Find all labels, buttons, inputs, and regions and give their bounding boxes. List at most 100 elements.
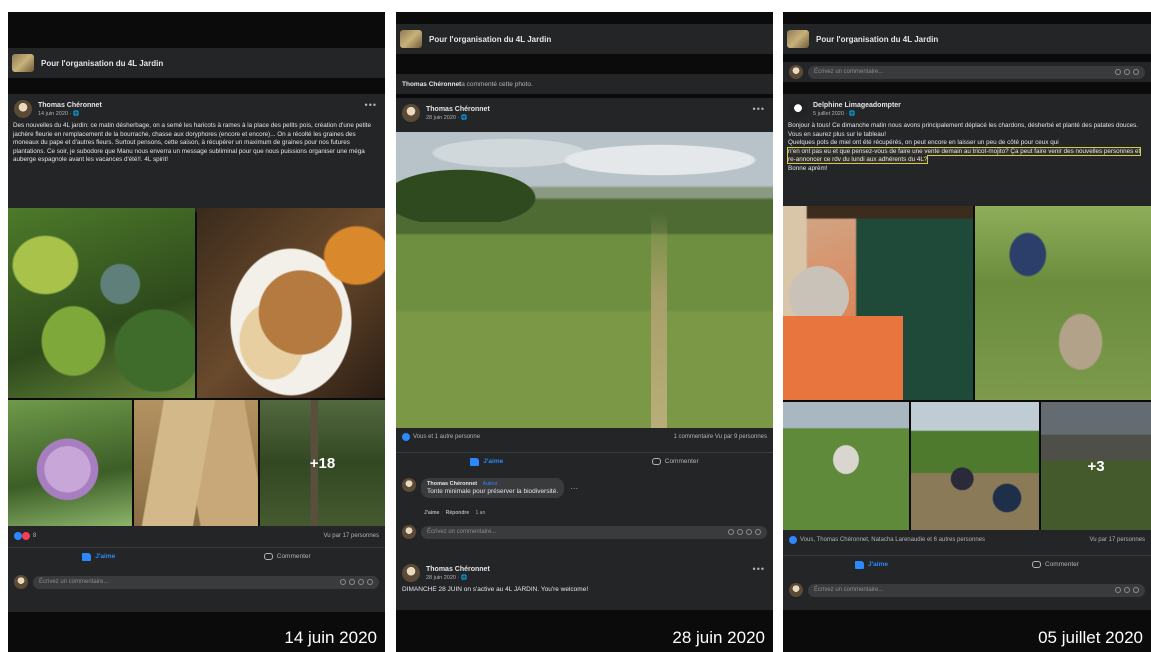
comment-composer: Écrivez un commentaire... bbox=[396, 522, 773, 542]
post-photo-allium-flower[interactable] bbox=[8, 400, 132, 526]
avatar[interactable] bbox=[14, 100, 32, 118]
post-photo-person-bending[interactable] bbox=[783, 402, 909, 530]
comment-actions: J'aime Répondre 1 an bbox=[424, 510, 490, 516]
like-reaction-icon bbox=[14, 532, 22, 540]
more-options-icon[interactable]: ••• bbox=[365, 100, 377, 110]
like-reaction-icon bbox=[789, 536, 797, 544]
comment-and-view-count[interactable]: 1 commentaire Vu par 9 personnes bbox=[674, 434, 768, 440]
screenshot-panel-1: Pour l'organisation du 4L Jardin Thomas … bbox=[8, 12, 385, 652]
post-header: Delphine Limageadompter 5 juillet 2020 ·… bbox=[783, 94, 1151, 122]
post-text-signoff: Bonne aprèm! bbox=[788, 164, 828, 172]
avatar[interactable] bbox=[402, 564, 420, 582]
camera-icon[interactable] bbox=[737, 529, 743, 535]
emoji-icon[interactable] bbox=[1115, 69, 1121, 75]
comment-input[interactable]: Écrivez un commentaire... bbox=[33, 575, 379, 589]
post-photo-garden-shed[interactable]: +3 bbox=[1041, 402, 1151, 530]
mown-path bbox=[651, 212, 667, 428]
comment-input[interactable]: Écrivez un commentaire... bbox=[808, 65, 1145, 79]
view-count[interactable]: Vu par 17 personnes bbox=[324, 533, 379, 539]
post-action-bar: J'aime Commenter bbox=[783, 555, 1151, 573]
sticker-icon[interactable] bbox=[367, 579, 373, 585]
group-cover-thumbnail bbox=[787, 30, 809, 48]
comment-like-link[interactable]: J'aime bbox=[424, 510, 439, 516]
more-options-icon[interactable]: ••• bbox=[753, 104, 765, 114]
gif-icon[interactable] bbox=[746, 529, 752, 535]
post-photo-garden-rows[interactable]: +18 bbox=[260, 400, 385, 526]
post-text-highlight: n'en ont pas eu et que pensez-vous de fa… bbox=[786, 146, 1142, 165]
like-label: J'aime bbox=[95, 553, 116, 560]
camera-icon[interactable] bbox=[349, 579, 355, 585]
avatar bbox=[402, 525, 416, 539]
more-photos-count[interactable]: +18 bbox=[260, 400, 385, 526]
post-timestamp[interactable]: 5 juillet 2020 · 🌐 bbox=[813, 111, 901, 117]
tree-line bbox=[396, 162, 556, 222]
post-stats: Vous, Thomas Chéronnet, Natacha Larenaud… bbox=[783, 533, 1151, 547]
post-photo-seed-packets[interactable] bbox=[134, 400, 258, 526]
post-timestamp[interactable]: 14 juin 2020 · 🌐 bbox=[38, 111, 102, 117]
screenshot-panel-2: Pour l'organisation du 4L Jardin Thomas … bbox=[396, 12, 773, 652]
comment-more-icon[interactable]: ··· bbox=[570, 484, 578, 493]
post-photo-group-planting[interactable] bbox=[911, 402, 1039, 530]
post-author[interactable]: Thomas Chéronnet bbox=[426, 106, 490, 113]
avatar[interactable] bbox=[402, 104, 420, 122]
sticker-icon[interactable] bbox=[755, 529, 761, 535]
camera-icon[interactable] bbox=[1124, 587, 1130, 593]
like-label: J'aime bbox=[868, 561, 888, 568]
group-header[interactable]: Pour l'organisation du 4L Jardin bbox=[8, 48, 385, 78]
comment-composer: Écrivez un commentaire... bbox=[783, 580, 1151, 600]
comment-input[interactable]: Écrivez un commentaire... bbox=[421, 525, 767, 539]
post-header: Thomas Chéronnet 28 juin 2020 · 🌐 ••• bbox=[396, 558, 773, 586]
gif-icon[interactable] bbox=[358, 579, 364, 585]
notice-author[interactable]: Thomas Chéronnet bbox=[402, 81, 461, 88]
post-photo-chalkboard[interactable] bbox=[783, 206, 973, 400]
comment-button[interactable]: Commenter bbox=[1032, 561, 1079, 568]
group-header[interactable]: Pour l'organisation du 4L Jardin bbox=[396, 24, 773, 54]
comment-button[interactable]: Commenter bbox=[651, 458, 699, 465]
post-author[interactable]: Thomas Chéronnet bbox=[426, 566, 490, 573]
comment-age: 1 an bbox=[475, 510, 486, 516]
post-photo-garden-plants[interactable] bbox=[8, 208, 195, 398]
avatar[interactable] bbox=[789, 100, 807, 118]
post-author[interactable]: Thomas Chéronnet bbox=[38, 102, 102, 109]
post-photo-cake-and-honey[interactable] bbox=[197, 208, 385, 398]
post-author[interactable]: Delphine Limageadompter bbox=[813, 102, 901, 109]
emoji-icon[interactable] bbox=[728, 529, 734, 535]
post-header: Thomas Chéronnet 28 juin 2020 · 🌐 ••• bbox=[396, 98, 773, 126]
like-button[interactable]: J'aime bbox=[82, 552, 116, 561]
post-photo-gardeners-weeding[interactable] bbox=[975, 206, 1151, 400]
reaction-summary[interactable]: 8 bbox=[14, 532, 36, 540]
emoji-icon[interactable] bbox=[340, 579, 346, 585]
avatar[interactable] bbox=[402, 478, 416, 492]
comment-placeholder: Écrivez un commentaire... bbox=[427, 529, 497, 535]
comment-placeholder: Écrivez un commentaire... bbox=[814, 69, 884, 75]
comment-author[interactable]: Thomas Chéronnet Auteur bbox=[427, 481, 558, 487]
avatar bbox=[789, 583, 803, 597]
reaction-summary[interactable]: Vous, Thomas Chéronnet, Natacha Larenaud… bbox=[789, 536, 985, 544]
love-reaction-icon bbox=[22, 532, 30, 540]
group-header[interactable]: Pour l'organisation du 4L Jardin bbox=[783, 24, 1151, 54]
post-header: Thomas Chéronnet 14 juin 2020 · 🌐 ••• bbox=[8, 94, 385, 122]
camera-icon[interactable] bbox=[1124, 69, 1130, 75]
post-photo-meadow[interactable] bbox=[396, 132, 773, 428]
group-cover-thumbnail bbox=[400, 30, 422, 48]
comment-text: Tonte minimale pour préserver la biodive… bbox=[427, 488, 559, 495]
date-caption: 05 juillet 2020 bbox=[1038, 628, 1143, 647]
more-photos-count[interactable]: +3 bbox=[1041, 402, 1151, 530]
more-options-icon[interactable]: ••• bbox=[753, 564, 765, 574]
comment-input[interactable]: Écrivez un commentaire... bbox=[808, 583, 1145, 597]
reaction-summary[interactable]: Vous et 1 autre personne bbox=[402, 433, 480, 441]
comment-bubble-icon bbox=[1032, 561, 1041, 568]
comment-label: Commenter bbox=[1045, 561, 1079, 568]
comment-bubble: Thomas Chéronnet Auteur Tonte minimale p… bbox=[421, 478, 565, 498]
view-count[interactable]: Vu par 17 personnes bbox=[1090, 537, 1145, 543]
like-button[interactable]: J'aime bbox=[855, 560, 888, 569]
post-timestamp[interactable]: 28 juin 2020 · 🌐 bbox=[426, 115, 490, 121]
gif-icon[interactable] bbox=[1133, 587, 1139, 593]
emoji-icon[interactable] bbox=[1115, 587, 1121, 593]
like-button[interactable]: J'aime bbox=[470, 457, 503, 466]
comment-author-name[interactable]: Thomas Chéronnet bbox=[427, 481, 477, 487]
gif-icon[interactable] bbox=[1133, 69, 1139, 75]
comment-button[interactable]: Commenter bbox=[263, 553, 311, 560]
comment-reply-link[interactable]: Répondre bbox=[446, 510, 469, 516]
post-timestamp[interactable]: 28 juin 2020 · 🌐 bbox=[426, 575, 490, 581]
